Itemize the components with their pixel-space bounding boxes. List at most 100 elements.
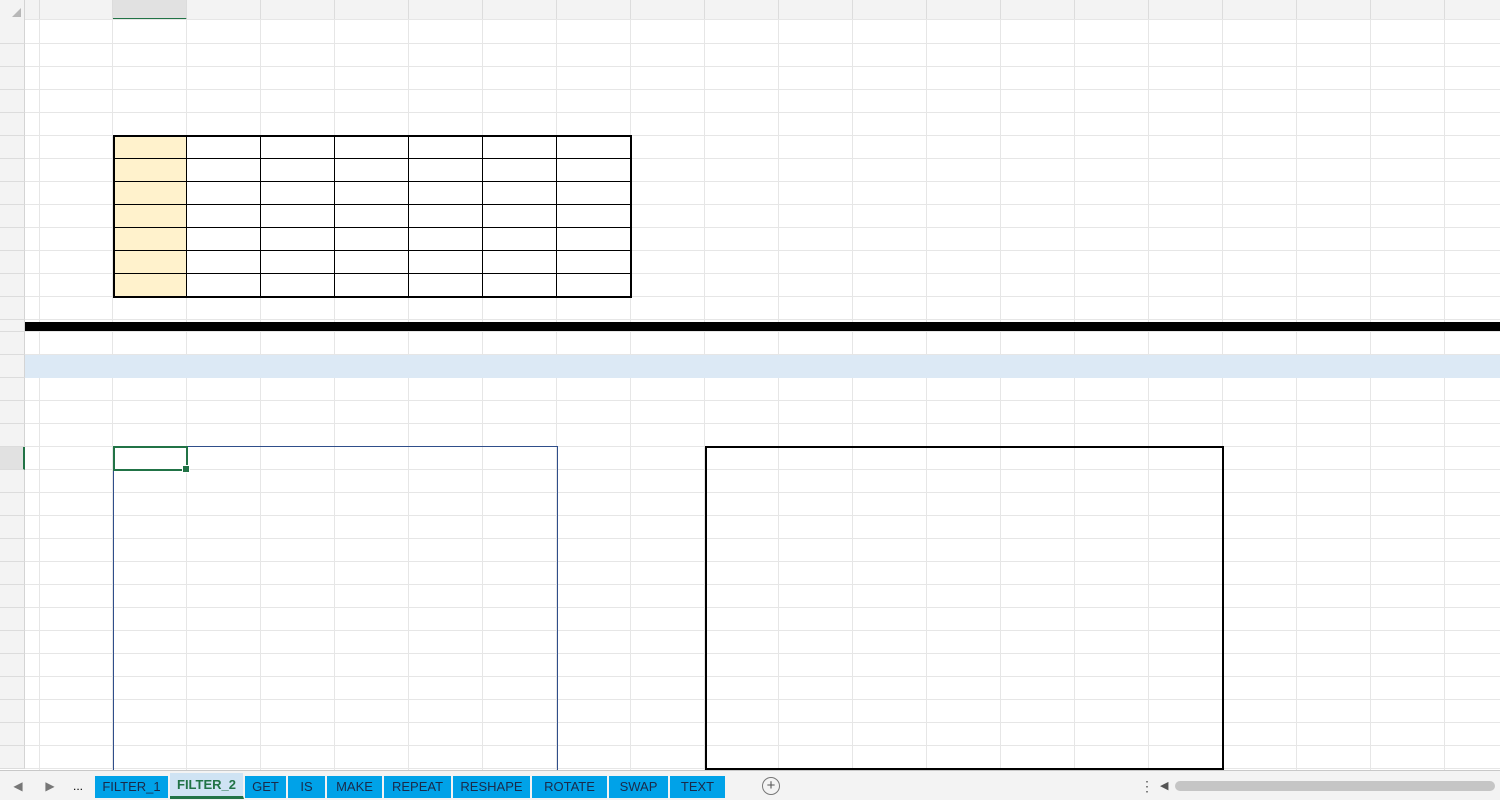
result-id-cell[interactable]: [705, 700, 779, 723]
result-cell[interactable]: [1075, 631, 1149, 654]
result-cell[interactable]: [853, 723, 927, 746]
row-header-9[interactable]: [0, 205, 25, 228]
result-cell[interactable]: [853, 562, 927, 585]
result-cell[interactable]: [483, 447, 557, 470]
column-header-f[interactable]: [335, 0, 409, 20]
result-cell[interactable]: [187, 470, 261, 493]
result-cell[interactable]: [187, 562, 261, 585]
result-cell[interactable]: [409, 677, 483, 700]
row-number[interactable]: [40, 136, 113, 159]
result-cell[interactable]: [335, 516, 409, 539]
result-cell[interactable]: [187, 539, 261, 562]
data-cell[interactable]: [335, 274, 409, 297]
result-cell[interactable]: [261, 447, 335, 470]
result-id-cell[interactable]: [705, 746, 779, 769]
result-cell[interactable]: [1075, 516, 1149, 539]
result-cell[interactable]: [927, 608, 1001, 631]
data-cell[interactable]: [409, 205, 483, 228]
result-cell[interactable]: [335, 723, 409, 746]
result-cell[interactable]: [483, 516, 557, 539]
result-cell[interactable]: [853, 447, 927, 470]
result-cell[interactable]: [1149, 608, 1223, 631]
result-cell[interactable]: [1149, 493, 1223, 516]
result-cell[interactable]: [1149, 470, 1223, 493]
more-options-icon[interactable]: ⋮: [1140, 777, 1154, 795]
row-header-26[interactable]: [0, 585, 25, 608]
result-cell[interactable]: [113, 654, 187, 677]
result-cell[interactable]: [409, 447, 483, 470]
data-cell[interactable]: [261, 274, 335, 297]
column-header-k[interactable]: [705, 0, 779, 20]
result-cell[interactable]: [927, 746, 1001, 769]
data-cell[interactable]: [187, 228, 261, 251]
result-cell[interactable]: [409, 562, 483, 585]
result-cell[interactable]: [1001, 608, 1075, 631]
column-header-u[interactable]: [1445, 0, 1500, 20]
row-number[interactable]: [40, 251, 113, 274]
left-section-title[interactable]: [113, 401, 513, 424]
result-cell[interactable]: [1001, 585, 1075, 608]
column-header-e[interactable]: [261, 0, 335, 20]
id-cell[interactable]: [113, 228, 187, 251]
data-cell[interactable]: [187, 251, 261, 274]
result-cell[interactable]: [1001, 470, 1075, 493]
data-cell[interactable]: [261, 251, 335, 274]
index-value[interactable]: [187, 90, 261, 113]
row-header-18[interactable]: [0, 401, 25, 424]
result-cell[interactable]: [1149, 677, 1223, 700]
column-header-b[interactable]: [40, 0, 113, 20]
result-cell[interactable]: [409, 516, 483, 539]
result-cell[interactable]: [113, 585, 187, 608]
data-cell[interactable]: [261, 159, 335, 182]
sheet-tab-is[interactable]: IS: [288, 776, 326, 798]
data-cell[interactable]: [557, 205, 631, 228]
data-cell[interactable]: [187, 182, 261, 205]
result-cell[interactable]: [409, 585, 483, 608]
data-cell[interactable]: [335, 205, 409, 228]
row-header-6[interactable]: [0, 136, 25, 159]
result-cell[interactable]: [113, 562, 187, 585]
data-cell[interactable]: [261, 136, 335, 159]
result-cell[interactable]: [335, 447, 409, 470]
row-header-22[interactable]: [0, 493, 25, 516]
row-header-4[interactable]: [0, 90, 25, 113]
row-header-14[interactable]: [0, 320, 25, 332]
result-cell[interactable]: [409, 700, 483, 723]
result-cell[interactable]: [779, 447, 853, 470]
row-header-15[interactable]: [0, 332, 25, 355]
result-cell[interactable]: [927, 585, 1001, 608]
column-label[interactable]: [113, 113, 187, 136]
result-cell[interactable]: [113, 470, 187, 493]
result-cell[interactable]: [261, 631, 335, 654]
result-cell[interactable]: [113, 539, 187, 562]
data-cell[interactable]: [557, 182, 631, 205]
result-cell[interactable]: [113, 493, 187, 516]
column-header-d[interactable]: [187, 0, 261, 20]
data-cell[interactable]: [261, 205, 335, 228]
result-cell[interactable]: [483, 677, 557, 700]
data-cell[interactable]: [187, 136, 261, 159]
right-section-title[interactable]: [705, 401, 1105, 424]
column-header-s[interactable]: [1297, 0, 1371, 20]
column-header-r[interactable]: [1223, 0, 1297, 20]
result-id-cell[interactable]: [705, 562, 779, 585]
row-header-20[interactable]: [0, 447, 25, 470]
result-cell[interactable]: [261, 493, 335, 516]
column-header-bar[interactable]: [0, 0, 1500, 20]
result-cell[interactable]: [483, 654, 557, 677]
result-cell[interactable]: [853, 516, 927, 539]
result-cell[interactable]: [483, 562, 557, 585]
column-header-t[interactable]: [1371, 0, 1445, 20]
row-header-11[interactable]: [0, 251, 25, 274]
result-cell[interactable]: [853, 585, 927, 608]
result-cell[interactable]: [187, 493, 261, 516]
column-header-o[interactable]: [1001, 0, 1075, 20]
result-cell[interactable]: [261, 677, 335, 700]
sheet-tab-repeat[interactable]: REPEAT: [384, 776, 452, 798]
result-cell[interactable]: [335, 539, 409, 562]
result-cell[interactable]: [853, 539, 927, 562]
select-all-corner[interactable]: [0, 0, 25, 20]
result-cell[interactable]: [261, 700, 335, 723]
row-header-33[interactable]: [0, 746, 25, 769]
tab-scroll-left-icon[interactable]: ◀: [8, 775, 28, 797]
